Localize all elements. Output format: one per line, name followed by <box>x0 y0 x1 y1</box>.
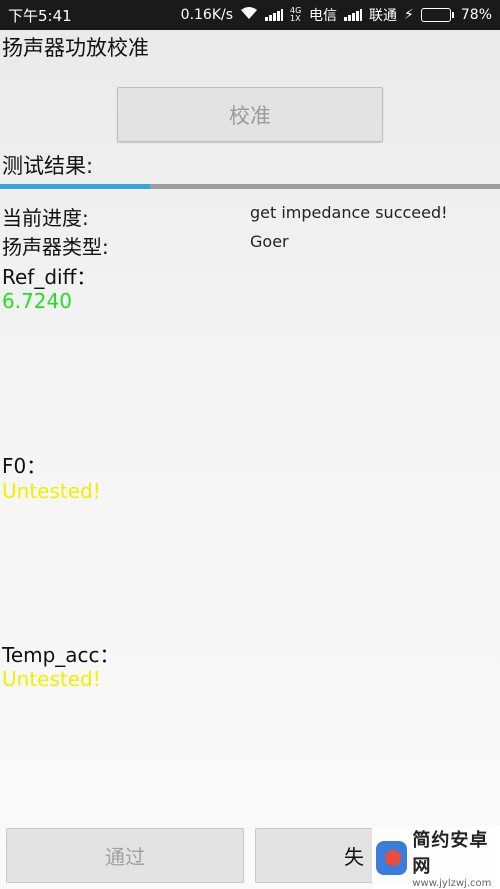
current-progress-label: 当前进度: <box>2 206 89 230</box>
signal-icon-2 <box>344 9 363 21</box>
speaker-type-label: 扬声器类型: <box>2 235 109 259</box>
temp-acc-label: Temp_acc： <box>2 643 120 667</box>
wifi-icon <box>240 6 258 24</box>
page-title: 扬声器功放校准 <box>2 36 149 60</box>
calibrate-button[interactable]: 校准 <box>117 87 383 142</box>
carrier-1: 电信 <box>309 8 338 24</box>
android-logo-icon <box>376 840 408 875</box>
f0-value: Untested! <box>2 479 101 503</box>
status-bar: 下午5:41 0.16K/s 4G 1X 电信 联通 ⚡ 78% <box>0 0 500 30</box>
net-speed: 0.16K/s <box>180 7 234 23</box>
pass-button[interactable]: 通过 <box>6 828 244 883</box>
network-tech: 4G 1X <box>290 6 302 23</box>
battery-percent: 78% <box>460 7 492 23</box>
test-result-label: 测试结果: <box>2 154 94 178</box>
fail-button-label: 失 <box>344 845 364 869</box>
status-icons: 0.16K/s 4G 1X 电信 联通 ⚡ 78% <box>181 5 492 25</box>
signal-icon <box>265 9 284 21</box>
ref-diff-label: Ref_diff： <box>2 265 97 289</box>
progress-fill <box>0 184 150 189</box>
battery-icon <box>420 8 454 22</box>
clock: 下午5:41 <box>8 6 72 25</box>
current-progress-value: get impedance succeed! <box>250 203 448 222</box>
watermark-name: 简约安卓网 <box>412 830 489 877</box>
carrier-2: 联通 <box>369 8 398 24</box>
watermark-url: www.jylzwj.com <box>412 878 492 889</box>
f0-label: F0： <box>2 454 47 478</box>
temp-acc-value: Untested! <box>2 667 101 691</box>
charging-icon: ⚡ <box>404 7 414 23</box>
watermark: 简约安卓网 www.jylzwj.com <box>372 826 500 889</box>
ref-diff-value: 6.7240 <box>2 289 72 313</box>
progress-bar <box>0 184 500 189</box>
speaker-type-value: Goer <box>250 232 289 251</box>
